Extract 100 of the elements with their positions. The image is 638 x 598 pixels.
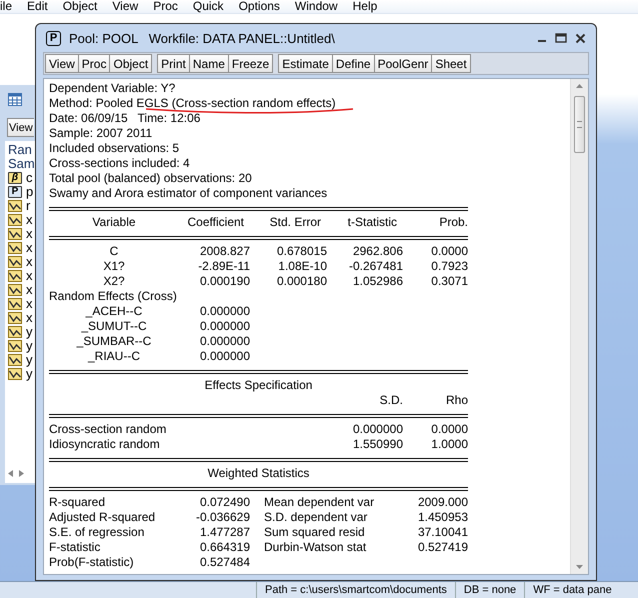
- object-name[interactable]: y: [26, 339, 32, 353]
- table-icon: [8, 93, 22, 106]
- menu-item[interactable]: ile: [0, 0, 12, 13]
- table-cell-text: 37.10041: [416, 525, 468, 540]
- menu-item[interactable]: Object: [62, 0, 98, 13]
- table-cell-text: Cross-section random: [49, 422, 168, 437]
- menu-item[interactable]: Help: [352, 0, 378, 13]
- table-cell-text: F-statistic: [49, 540, 102, 555]
- object-name[interactable]: p: [26, 185, 34, 199]
- table-cell-text: Idiosyncratic random: [49, 437, 161, 452]
- table-cell-text: 0.664319: [198, 540, 250, 555]
- table-cell-text: 0.000000: [198, 319, 250, 334]
- toolbar-button[interactable]: Estimate: [278, 54, 333, 73]
- toolbar-button[interactable]: Sheet: [431, 54, 471, 73]
- window-title: Pool: POOL Workfile: DATA PANEL::Untitled\: [69, 30, 335, 46]
- table-cell-text: _ACEH--C: [84, 304, 144, 319]
- object-name[interactable]: x: [26, 213, 32, 227]
- toolbar-button[interactable]: Object: [109, 54, 152, 73]
- coefficient-icon: β: [8, 172, 22, 184]
- menu-item[interactable]: Options: [238, 0, 280, 13]
- table-cell-text: 1.052986: [352, 274, 403, 289]
- table-cell-text: _RIAU--C: [86, 349, 141, 364]
- table-cell-text: _SUMUT--C: [80, 319, 148, 334]
- table-cell-text: 2008.827: [198, 244, 250, 259]
- object-name[interactable]: y: [26, 353, 32, 367]
- series-icon: [8, 340, 22, 352]
- output-text: Total pool (balanced) observations: 20: [49, 171, 252, 185]
- object-name[interactable]: y: [26, 325, 32, 339]
- toolbar-button[interactable]: Freeze: [228, 54, 274, 73]
- table-cell-text: X2?: [102, 274, 126, 289]
- table-cell-text: 1.477287: [198, 525, 250, 540]
- object-name[interactable]: x: [26, 311, 32, 325]
- series-icon: [8, 242, 22, 254]
- view-button[interactable]: View: [7, 118, 34, 137]
- info-text: Sam: [8, 157, 35, 171]
- table-cell-text: Mean dependent var: [263, 495, 376, 510]
- scroll-thumb[interactable]: [574, 96, 585, 153]
- series-icon: [8, 200, 22, 212]
- object-name[interactable]: x: [26, 227, 32, 241]
- table-cell-text: 0.7923: [430, 259, 468, 274]
- table-cell-text: 0.3071: [430, 274, 468, 289]
- table-cell-text: 0.000190: [198, 274, 250, 289]
- scroll-right-icon[interactable]: [19, 470, 24, 477]
- table-cell-text: X1?: [102, 259, 126, 274]
- info-text: Ran: [8, 143, 33, 157]
- series-icon: [8, 368, 22, 380]
- object-name[interactable]: x: [26, 297, 32, 311]
- object-name[interactable]: x: [26, 241, 32, 255]
- table-cell-text: 0.678015: [276, 244, 327, 259]
- column-header: Variable: [91, 215, 137, 230]
- pool-icon: P: [8, 186, 22, 198]
- series-icon: [8, 326, 22, 338]
- object-name[interactable]: c: [26, 171, 32, 185]
- table-cell-text: 0.000000: [352, 422, 403, 437]
- table-cell-text: 0.527484: [198, 555, 250, 570]
- series-icon: [8, 354, 22, 366]
- menu-item[interactable]: Quick: [192, 0, 224, 13]
- menu-item[interactable]: Edit: [27, 0, 48, 13]
- menu-item[interactable]: Window: [294, 0, 338, 13]
- scroll-down-icon[interactable]: [576, 565, 583, 569]
- object-name[interactable]: x: [26, 283, 32, 297]
- table-cell-text: -2.89E-11: [197, 259, 250, 274]
- scrollbar[interactable]: [570, 79, 588, 574]
- table-cell-text: C: [108, 244, 120, 259]
- status-text: Path = c:\users\smartcom\documents: [256, 582, 455, 598]
- table-cell-text: 0.0000: [430, 422, 468, 437]
- toolbar-button[interactable]: View: [45, 54, 79, 73]
- scroll-left-icon[interactable]: [8, 470, 13, 477]
- object-name[interactable]: y: [26, 367, 32, 381]
- series-icon: [8, 256, 22, 268]
- menu-item[interactable]: View: [112, 0, 138, 13]
- table-cell-text: 1.550990: [352, 437, 403, 452]
- toolbar-button[interactable]: Proc: [78, 54, 110, 73]
- column-header: Std. Error: [268, 215, 322, 230]
- maximize-button[interactable]: [555, 33, 567, 43]
- table-cell-text: R-squared: [49, 495, 106, 510]
- status-text: DB = none: [454, 582, 524, 598]
- table-cell-text: 0.0000: [430, 244, 468, 259]
- toolbar-button[interactable]: Define: [332, 54, 375, 73]
- close-button[interactable]: [575, 32, 586, 44]
- table-cell-text: 0.000000: [198, 334, 250, 349]
- object-name[interactable]: r: [26, 199, 30, 213]
- series-icon: [8, 284, 22, 296]
- table-cell-text: 0.000000: [198, 349, 250, 364]
- table-cell-text: _SUMBAR--C: [76, 334, 152, 349]
- table-cell-text: Adjusted R-squared: [49, 510, 156, 525]
- output-text: Date: 06/09/15 Time: 12:06: [49, 111, 200, 125]
- series-icon: [8, 312, 22, 324]
- table-cell-text: -0.267481: [348, 259, 403, 274]
- output-text: Dependent Variable: Y?: [49, 81, 176, 95]
- status-text: WF = data pane: [524, 582, 620, 598]
- menu-item[interactable]: Proc: [153, 0, 178, 13]
- table-cell-text: 0.527419: [416, 540, 468, 555]
- toolbar-button[interactable]: PoolGenr: [374, 54, 432, 73]
- scroll-up-icon[interactable]: [576, 84, 583, 88]
- toolbar-button[interactable]: Print: [157, 54, 190, 73]
- toolbar-button[interactable]: Name: [188, 54, 229, 73]
- output-text: Sample: 2007 2011: [49, 126, 152, 140]
- object-name[interactable]: x: [26, 269, 32, 283]
- object-name[interactable]: x: [26, 255, 32, 269]
